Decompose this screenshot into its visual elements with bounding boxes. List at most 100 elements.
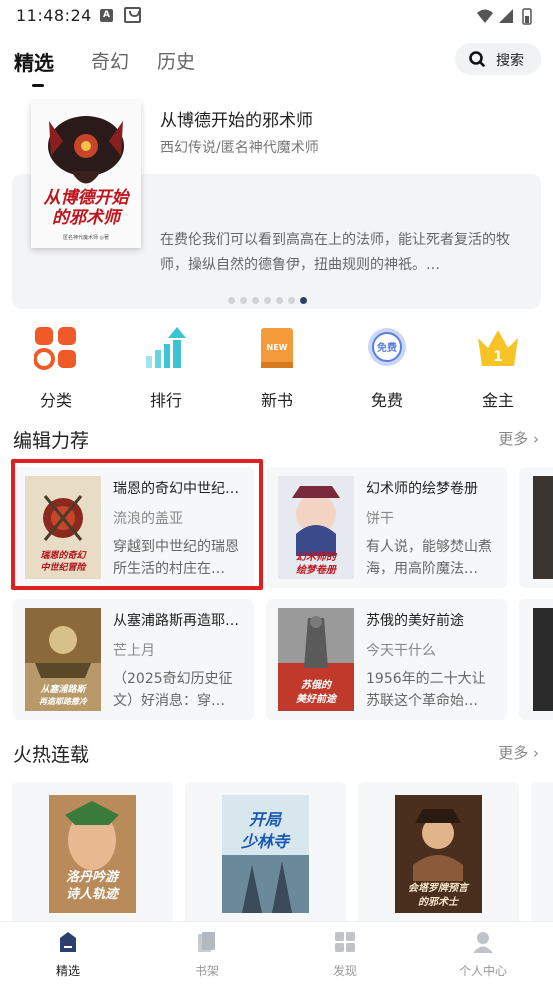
editor-book-card[interactable]: 从塞浦路斯 再造耶路撒冷 从塞浦路斯再造耶… 芒上月 （2025奇幻历史征文）好… xyxy=(13,599,254,720)
tab-featured[interactable]: 精选 xyxy=(14,47,54,76)
ranking-bars-icon xyxy=(146,327,186,368)
nav-discover[interactable]: 发现 xyxy=(305,930,385,979)
svg-text:会塔罗牌预言: 会塔罗牌预言 xyxy=(408,882,470,894)
svg-text:少林寺: 少林寺 xyxy=(241,832,291,851)
book-cover: 幻术师的 绘梦卷册 xyxy=(278,476,354,579)
book-cover: 洛丹吟游 诗人轨迹 xyxy=(49,795,136,913)
featured-icon xyxy=(60,932,76,952)
book-author: 今天干什么 xyxy=(366,643,436,659)
hot-serial-title: 火热连载 xyxy=(13,744,90,766)
notification-bag-icon xyxy=(124,7,141,23)
chevron-right-icon: › xyxy=(533,430,539,448)
editor-book-card[interactable]: 幻术师的 绘梦卷册 幻术师的绘梦卷册 饼干 有人说，能够焚山煮海，用高阶魔法… xyxy=(266,467,507,588)
svg-text:绘梦卷册: 绘梦卷册 xyxy=(296,564,337,576)
carousel-dot[interactable] xyxy=(264,297,271,304)
carousel-dot[interactable] xyxy=(240,297,247,304)
new-badge-text: NEW xyxy=(267,343,288,352)
carousel-dot[interactable] xyxy=(228,297,235,304)
category-label: 金主 xyxy=(481,391,514,410)
book-title: 幻术师的绘梦卷册 xyxy=(366,481,478,497)
book-description: 1956年的二十大让苏联这个革命始… xyxy=(366,671,486,709)
book-description: 有人说，能够焚山煮海，用高阶魔法… xyxy=(366,539,492,577)
search-icon xyxy=(469,51,485,67)
category-ranking[interactable]: 排行 xyxy=(121,326,211,411)
hot-book-card-partial[interactable] xyxy=(531,782,553,932)
svg-text:美好前途: 美好前途 xyxy=(296,693,338,705)
svg-text:的邪术士: 的邪术士 xyxy=(418,896,460,908)
svg-text:洛丹吟游: 洛丹吟游 xyxy=(66,869,121,885)
hot-book-card[interactable]: 洛丹吟游 诗人轨迹 xyxy=(12,782,173,932)
nav-bookshelf[interactable]: 书架 xyxy=(167,930,247,979)
category-label: 分类 xyxy=(39,391,72,410)
category-new-books[interactable]: NEW 新书 xyxy=(232,326,322,411)
nav-profile[interactable]: 个人中心 xyxy=(443,930,523,979)
category-label: 排行 xyxy=(149,391,182,410)
hot-serial-more-link[interactable]: 更多 › xyxy=(498,742,539,763)
category-label: 新书 xyxy=(260,391,293,410)
free-badge-icon: 免费 xyxy=(368,328,406,366)
category-label: 免费 xyxy=(370,391,403,410)
carousel-dot[interactable] xyxy=(276,297,283,304)
nav-label: 发现 xyxy=(332,964,357,978)
book-title: 苏俄的美好前途 xyxy=(366,613,464,629)
discover-icon xyxy=(335,932,355,952)
book-author: 饼干 xyxy=(366,511,394,527)
svg-text:幻术师的: 幻术师的 xyxy=(296,551,338,563)
carousel-cover-author: 匿名神代魔术师 ◎著 xyxy=(63,234,109,241)
carousel-dot[interactable] xyxy=(252,297,259,304)
hot-book-card[interactable]: 会塔罗牌预言 的邪术士 xyxy=(358,782,519,932)
carousel-book-title[interactable]: 从博德开始的邪术师 xyxy=(160,106,313,131)
crown-icon: 1 xyxy=(478,330,518,366)
system-status-icons xyxy=(477,8,532,25)
category-free[interactable]: 免费 免费 xyxy=(342,326,432,411)
new-book-icon: NEW xyxy=(261,328,293,368)
category-patron[interactable]: 1 金主 xyxy=(453,326,543,411)
editor-book-card-partial[interactable] xyxy=(519,599,553,720)
notification-a-icon: A xyxy=(100,9,113,22)
status-time: 11:48:24 xyxy=(16,6,92,25)
profile-icon xyxy=(473,932,493,953)
editor-book-card[interactable]: 苏俄的 美好前途 苏俄的美好前途 今天干什么 1956年的二十大让苏联这个革命始… xyxy=(266,599,507,720)
svg-text:苏俄的: 苏俄的 xyxy=(301,679,333,691)
bottom-nav: 精选 书架 发现 个人中心 xyxy=(0,921,553,984)
book-cover: 会塔罗牌预言 的邪术士 xyxy=(395,795,482,913)
tab-fantasy[interactable]: 奇幻 xyxy=(91,47,129,74)
carousel-dot[interactable] xyxy=(288,297,295,304)
nav-featured[interactable]: 精选 xyxy=(28,930,108,979)
book-cover xyxy=(533,608,553,711)
search-button[interactable]: 搜索 xyxy=(455,43,541,75)
carousel-dot-active[interactable] xyxy=(300,297,307,304)
carousel-book-meta: 西幻传说/匿名神代魔术师 xyxy=(160,140,319,156)
svg-text:从塞浦路斯: 从塞浦路斯 xyxy=(40,684,87,695)
carousel-cover-title-1: 从博德开始 xyxy=(44,188,131,208)
carousel-book-cover[interactable]: 从博德开始 的邪术师 匿名神代魔术师 ◎著 xyxy=(31,101,141,248)
top-nav: 精选 奇幻 历史 搜索 xyxy=(0,40,553,90)
carousel-pagination xyxy=(228,289,312,304)
editor-picks-more-link[interactable]: 更多 › xyxy=(498,428,539,449)
tab-history[interactable]: 历史 xyxy=(157,47,195,74)
category-grid-icon xyxy=(33,327,76,370)
book-cover xyxy=(533,476,553,579)
book-title: 从塞浦路斯再造耶… xyxy=(113,613,239,629)
book-author: 芒上月 xyxy=(113,643,155,659)
more-label: 更多 xyxy=(498,430,529,448)
book-description: （2025奇幻历史征文）好消息：穿… xyxy=(113,671,233,709)
nav-label: 精选 xyxy=(55,964,80,978)
more-label: 更多 xyxy=(498,744,529,762)
category-classify[interactable]: 分类 xyxy=(11,326,101,411)
nav-label: 书架 xyxy=(194,964,219,978)
wifi-icon xyxy=(477,9,493,23)
book-cover: 苏俄的 美好前途 xyxy=(278,608,354,711)
carousel-book-description: 在费伦我们可以看到高高在上的法师，能让死者复活的牧师，操纵自然的德鲁伊，扭曲规则… xyxy=(160,232,510,273)
crown-badge-text: 1 xyxy=(493,349,503,365)
editor-book-card-partial[interactable] xyxy=(519,467,553,588)
status-bar: 11:48:24 A xyxy=(0,0,553,32)
tab-indicator xyxy=(32,84,44,87)
bookshelf-icon xyxy=(198,932,215,952)
search-label: 搜索 xyxy=(496,53,524,69)
svg-text:再造耶路撒冷: 再造耶路撒冷 xyxy=(39,696,88,706)
hot-book-card[interactable]: 开局 少林寺 xyxy=(185,782,346,932)
svg-text:诗人轨迹: 诗人轨迹 xyxy=(66,886,120,902)
book-cover: 从塞浦路斯 再造耶路撒冷 xyxy=(25,608,101,711)
chevron-right-icon: › xyxy=(533,744,539,762)
